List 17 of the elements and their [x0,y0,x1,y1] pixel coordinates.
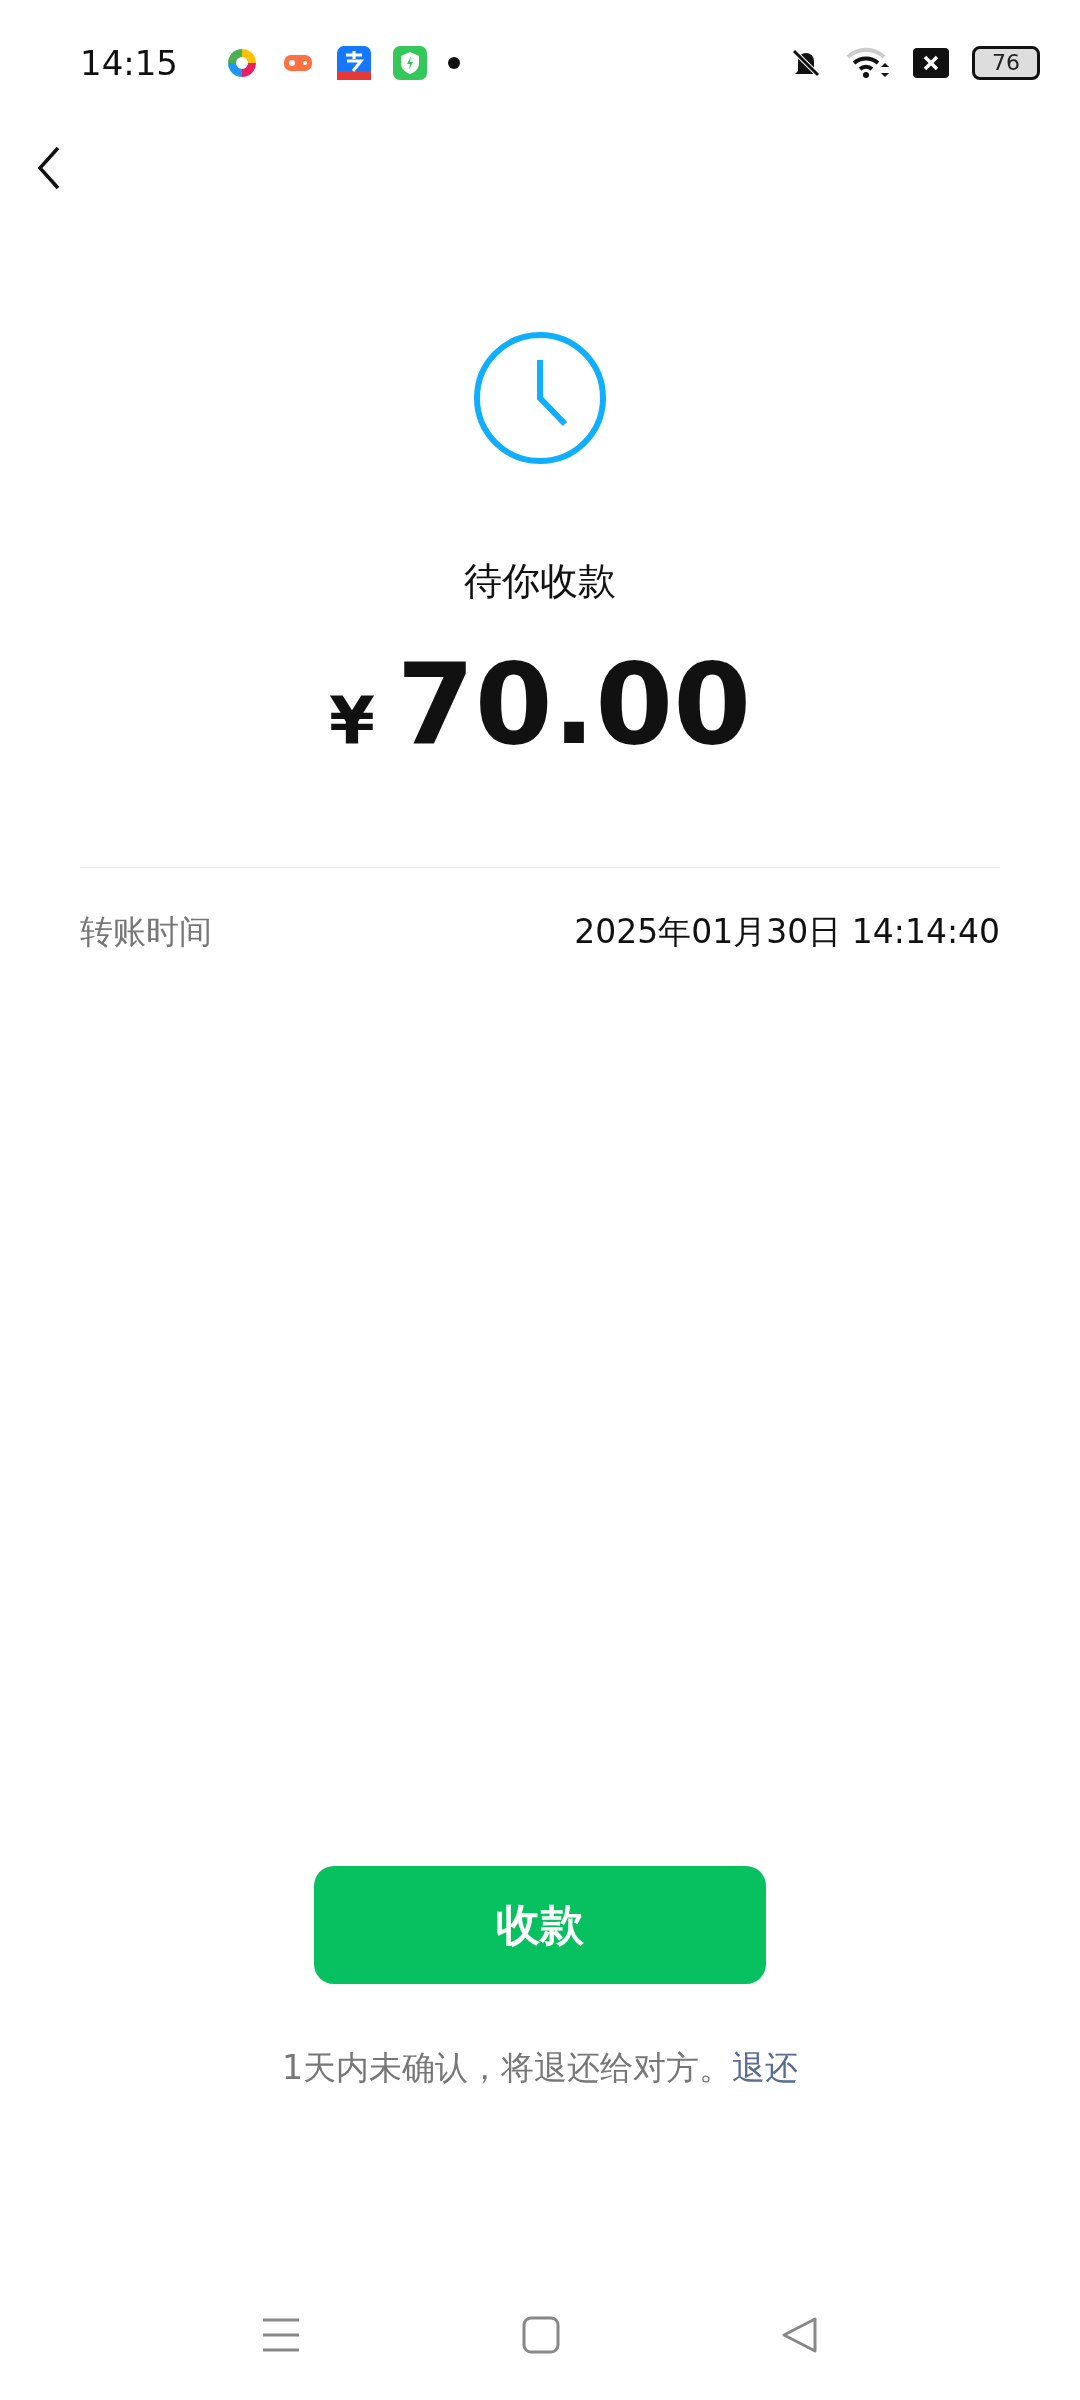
detail-value: 2025年01月30日 14:14:40 [574,912,1000,952]
currency-symbol: ¥ [328,681,375,761]
back-triangle-icon[interactable] [781,2316,820,2354]
detail-label: 转账时间 [80,912,212,952]
status-title: 待你收款 [464,558,616,604]
shield-app-icon [392,44,428,81]
status-time: 14:15 [80,42,178,83]
dot-icon [448,56,460,69]
home-icon[interactable] [522,2316,560,2354]
menu-icon[interactable] [260,2317,301,2353]
amount-value: 70.00 [396,644,752,764]
no-sim-icon [912,46,950,79]
clock-icon [472,330,608,466]
payment-app-icon [336,44,372,81]
refund-note: 1天内未确认，将退还给对方。退还 [282,2047,798,2089]
refund-link[interactable]: 退还 [732,2048,798,2087]
battery-indicator: 76 [972,45,1040,80]
